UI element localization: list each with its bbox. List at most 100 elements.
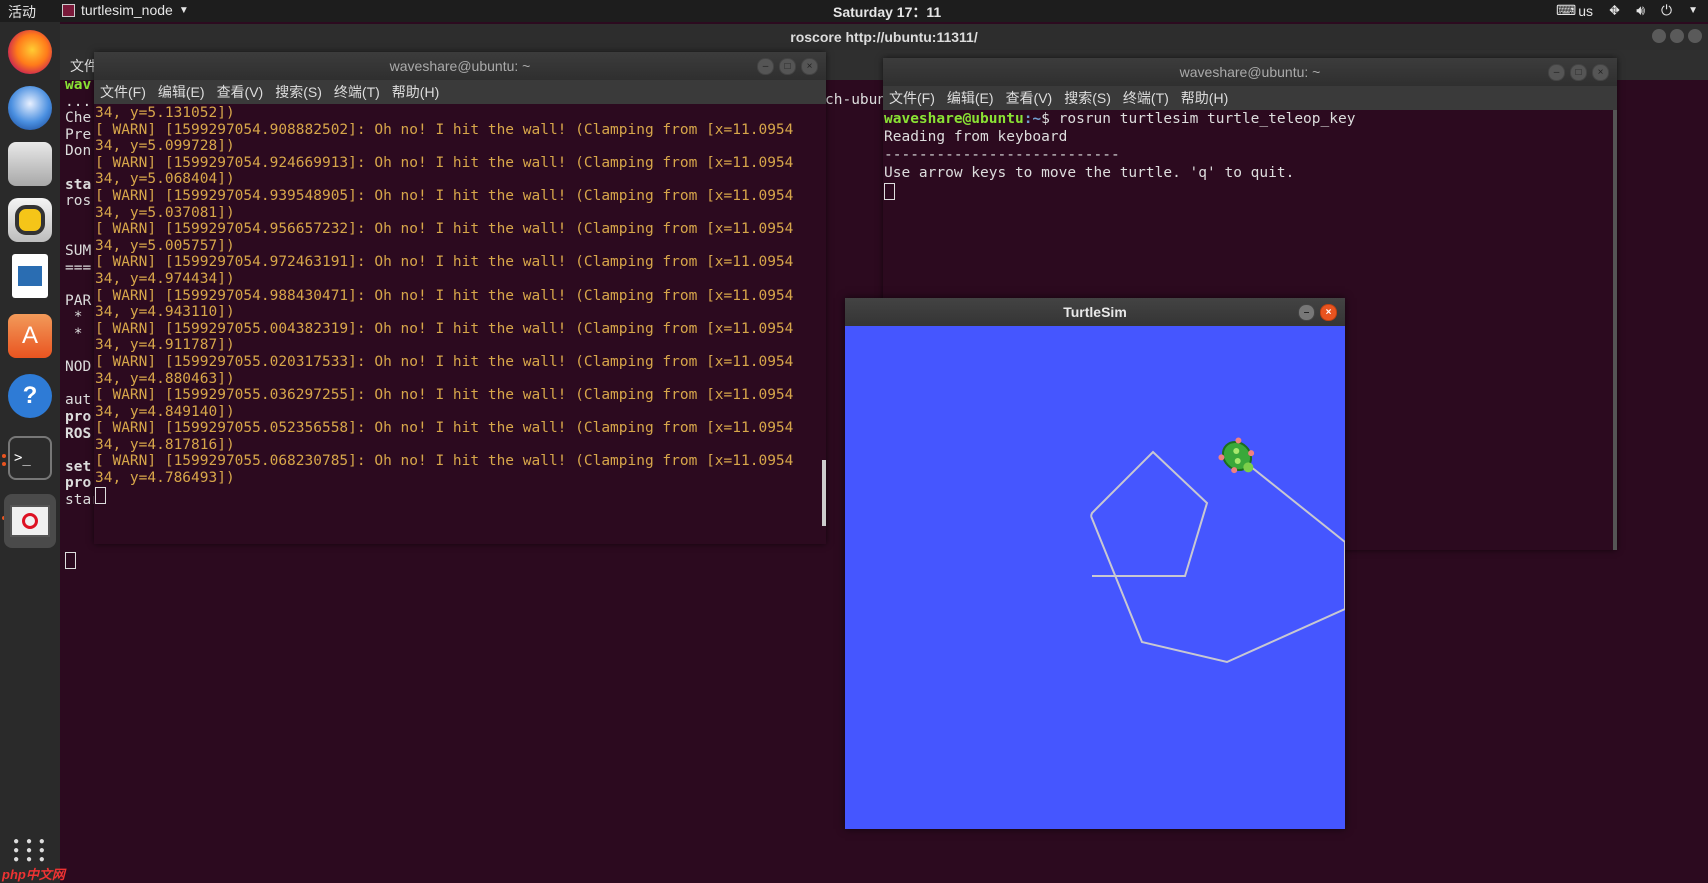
roscore-snippet: ch-ubun [825, 92, 887, 108]
warn-line: [ WARN] [1599297054.988430471]: Oh no! I… [95, 287, 794, 304]
terminal-cursor [884, 182, 895, 200]
warn-line: [ WARN] [1599297055.068230785]: Oh no! I… [95, 453, 794, 470]
keyboard-icon[interactable]: ⌨ [1556, 2, 1576, 19]
help-icon[interactable]: ? [8, 374, 52, 418]
warn-line-tail: 34, y=4.943110]) [95, 304, 235, 321]
rhythmbox-icon[interactable] [8, 198, 52, 242]
dock: A ? >_ ● ● ● ● ● ● ● ● ● [0, 22, 60, 883]
roscore-line: sta [65, 176, 92, 193]
software-icon[interactable]: A [8, 314, 52, 358]
volume-icon[interactable]: 🔊︎ [1636, 2, 1645, 19]
thunderbird-icon[interactable] [8, 86, 52, 130]
minimize-icon[interactable] [1652, 29, 1666, 43]
warn-line-tail: 34, y=4.974434]) [95, 270, 235, 287]
keyboard-layout-label[interactable]: us [1578, 3, 1593, 19]
warn-line: [ WARN] [1599297055.020317533]: Oh no! I… [95, 353, 794, 370]
left-terminal-window[interactable]: waveshare@ubuntu: ~ – □ × 文件(F) 编辑(E) 查看(V… [94, 52, 826, 544]
log-line: 34, y=5.131052]) [95, 105, 235, 121]
warn-line: [ WARN] [1599297054.972463191]: Oh no! I… [95, 254, 794, 271]
warn-line: [ WARN] [1599297054.939548905]: Oh no! I… [95, 187, 794, 204]
left-menu-3[interactable]: 搜索(S) [275, 82, 322, 102]
roscore-window-titlebar[interactable]: roscore http://ubuntu:11311/ [60, 24, 1708, 50]
left-terminal-menubar: 文件(F) 编辑(E) 查看(V) 搜索(S) 终端(T) 帮助(H) [94, 80, 826, 104]
app-menu-label: turtlesim_node [81, 2, 173, 18]
warn-line-tail: 34, y=5.099728]) [95, 138, 235, 155]
right-menu-5[interactable]: 帮助(H) [1181, 88, 1228, 108]
roscore-line: ROS [65, 425, 92, 442]
close-icon[interactable]: × [801, 58, 818, 75]
maximize-icon[interactable] [1670, 29, 1684, 43]
system-tray[interactable]: ⌨ us ⛖ 🔊︎ ⏻ ▼ [1556, 2, 1698, 19]
warn-line-tail: 34, y=5.005757]) [95, 237, 235, 254]
right-menu-4[interactable]: 终端(T) [1123, 88, 1169, 108]
warn-line: [ WARN] [1599297055.036297255]: Oh no! I… [95, 387, 794, 404]
close-icon[interactable] [1688, 29, 1702, 43]
network-icon[interactable]: ⛖ [1609, 2, 1620, 19]
prompt-path: :~ [1023, 111, 1042, 127]
right-terminal-titlebar[interactable]: waveshare@ubuntu: ~ – □ × [883, 58, 1617, 86]
left-menu-5[interactable]: 帮助(H) [392, 82, 439, 102]
left-menu-2[interactable]: 查看(V) [217, 82, 264, 102]
scrollbar[interactable] [1613, 110, 1617, 550]
right-menu-2[interactable]: 查看(V) [1006, 88, 1053, 108]
right-menu-1[interactable]: 编辑(E) [947, 88, 994, 108]
scrollbar[interactable] [822, 460, 826, 526]
chevron-down-icon[interactable]: ▼ [1688, 5, 1698, 16]
turtlesim-canvas [845, 326, 1346, 829]
turtlesim-titlebar[interactable]: TurtleSim – × [845, 298, 1345, 326]
close-icon[interactable]: × [1320, 304, 1337, 321]
roscore-line: ros [65, 193, 92, 210]
window-title: TurtleSim [1063, 304, 1127, 320]
turtle-icon [1218, 437, 1255, 474]
activities-button[interactable]: 活动 [8, 2, 36, 22]
blocked-app-icon[interactable] [4, 494, 56, 548]
left-menu-1[interactable]: 编辑(E) [158, 82, 205, 102]
roscore-line: ... [65, 93, 92, 110]
top-bar: 活动 turtlesim_node ▼ Saturday 17：11 ⌨ us … [0, 0, 1708, 22]
output-line: --------------------------- [884, 147, 1120, 163]
files-icon[interactable] [8, 142, 52, 186]
close-icon[interactable]: × [1592, 64, 1609, 81]
chevron-down-icon: ▼ [178, 4, 189, 16]
left-menu-4[interactable]: 终端(T) [334, 82, 380, 102]
warn-line-tail: 34, y=4.911787]) [95, 337, 235, 354]
warn-line-tail: 34, y=5.037081]) [95, 204, 235, 221]
turtlesim-window[interactable]: TurtleSim – × [845, 298, 1346, 829]
minimize-icon[interactable]: – [757, 58, 774, 75]
left-terminal-output[interactable]: 34, y=5.131052]) [ WARN] [1599297054.908… [94, 104, 826, 544]
minimize-icon[interactable]: – [1548, 64, 1565, 81]
right-menu-0[interactable]: 文件(F) [889, 88, 935, 108]
roscore-line: === [65, 259, 92, 276]
warn-line-tail: 34, y=5.068404]) [95, 171, 235, 188]
output-line: Use arrow keys to move the turtle. 'q' t… [884, 165, 1295, 181]
window-title: waveshare@ubuntu: ~ [1179, 64, 1321, 80]
roscore-line: Che [65, 110, 92, 127]
window-title: roscore http://ubuntu:11311/ [790, 29, 978, 45]
running-indicator [2, 462, 6, 466]
roscore-line: wav [65, 77, 92, 93]
right-menu-3[interactable]: 搜索(S) [1064, 88, 1111, 108]
firefox-icon[interactable] [8, 30, 52, 74]
warn-line-tail: 34, y=4.786493]) [95, 470, 235, 487]
warn-line: [ WARN] [1599297055.004382319]: Oh no! I… [95, 320, 794, 337]
left-terminal-titlebar[interactable]: waveshare@ubuntu: ~ – □ × [94, 52, 826, 80]
power-icon[interactable]: ⏻ [1661, 2, 1672, 19]
roscore-line: PAR [65, 292, 92, 309]
terminal-icon[interactable]: >_ [8, 436, 52, 480]
minimize-icon[interactable]: – [1298, 304, 1315, 321]
right-terminal-menubar: 文件(F) 编辑(E) 查看(V) 搜索(S) 终端(T) 帮助(H) [883, 86, 1617, 110]
maximize-icon[interactable]: □ [779, 58, 796, 75]
window-title: waveshare@ubuntu: ~ [389, 58, 531, 74]
writer-icon[interactable] [12, 254, 48, 298]
roscore-line: Pre [65, 126, 92, 143]
app-menu[interactable]: turtlesim_node ▼ [62, 2, 189, 18]
warn-line: [ WARN] [1599297054.956657232]: Oh no! I… [95, 221, 794, 238]
clock[interactable]: Saturday 17：11 [833, 2, 941, 22]
warning-list: [ WARN] [1599297054.908882502]: Oh no! I… [95, 122, 826, 487]
roscore-line: Don [65, 143, 92, 160]
left-menu-0[interactable]: 文件(F) [100, 82, 146, 102]
command-line: waveshare@ubuntu:~$ rosrun turtlesim tur… [884, 110, 1617, 128]
maximize-icon[interactable]: □ [1570, 64, 1587, 81]
watermark: php中文网 [2, 867, 65, 882]
prompt-user: waveshare@ubuntu [884, 111, 1024, 127]
